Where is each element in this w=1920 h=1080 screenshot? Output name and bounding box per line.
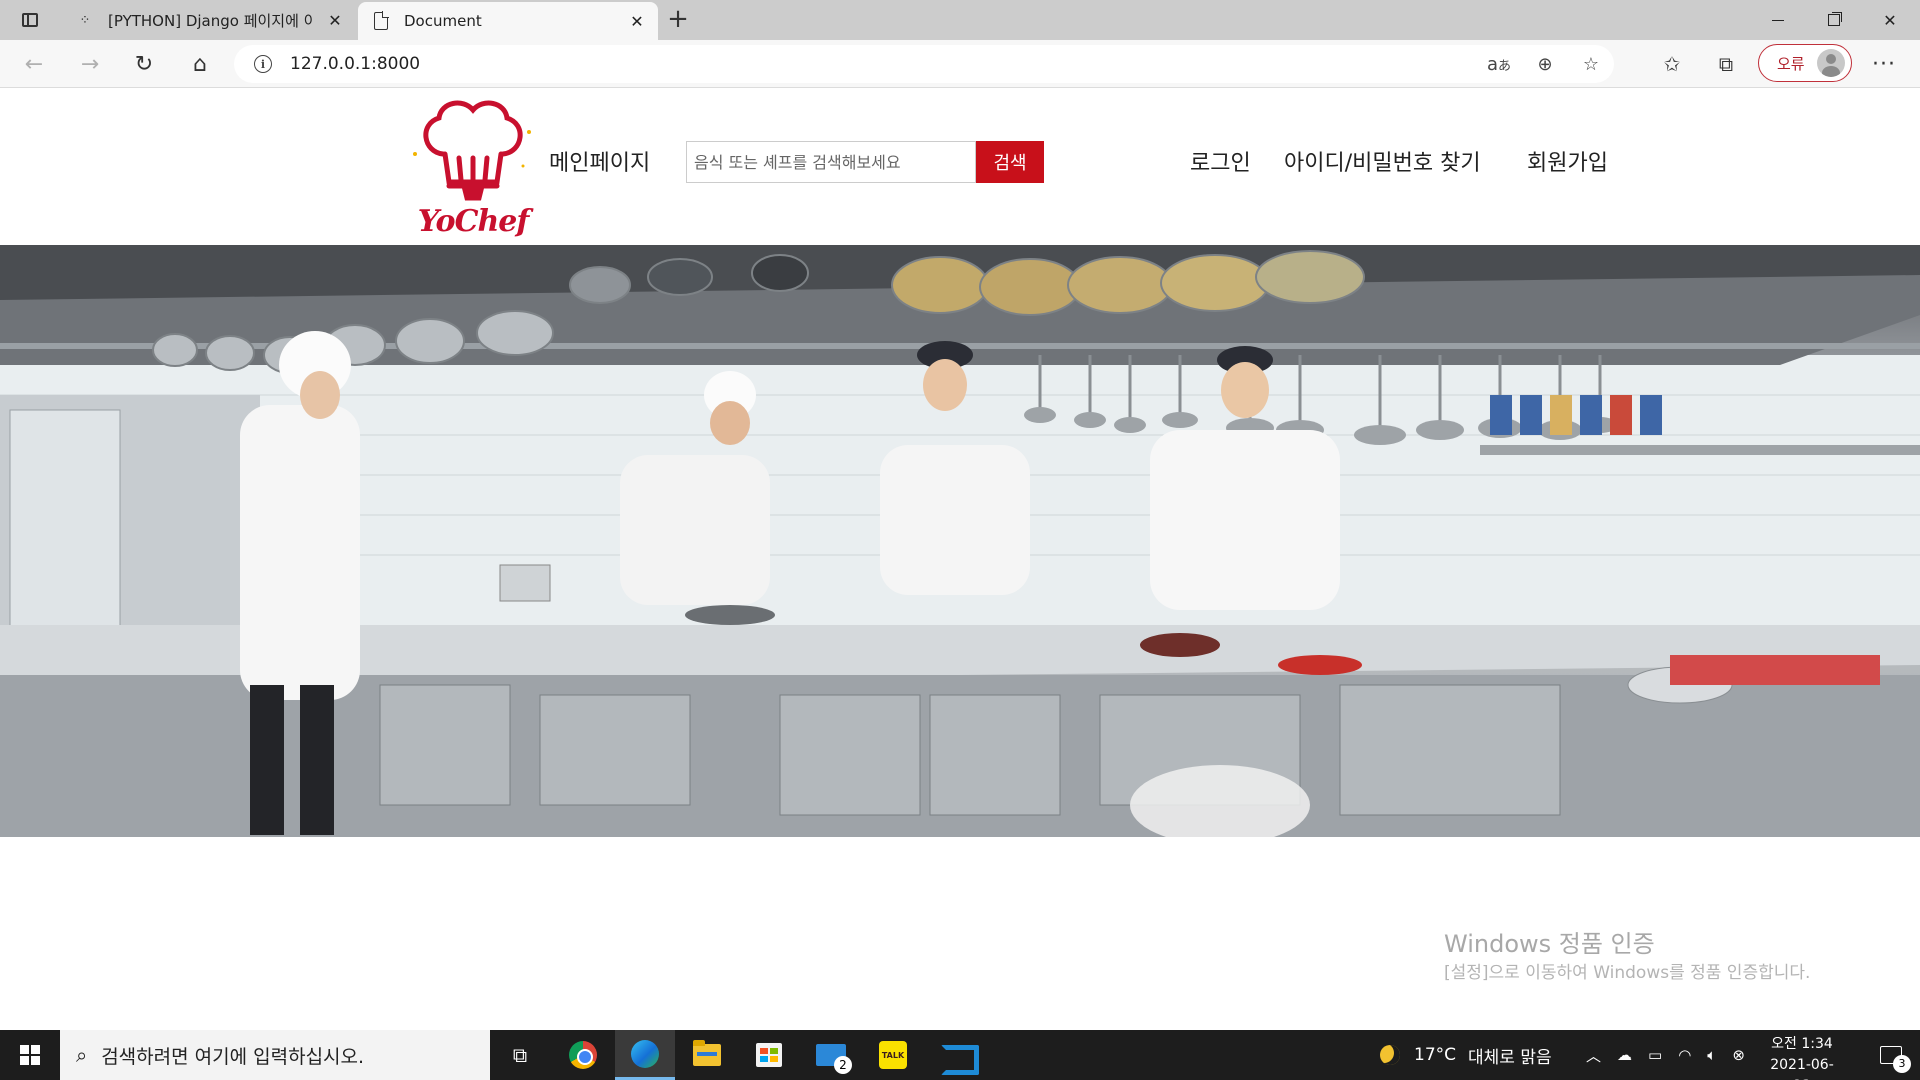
read-aloud-icon[interactable]: aあ (1476, 45, 1522, 83)
home-icon[interactable]: ⌂ (182, 48, 218, 80)
wifi-icon[interactable]: ◠ (1678, 1046, 1691, 1064)
nav-signup[interactable]: 회원가입 (1527, 145, 1608, 177)
profile-button[interactable]: 오류 (1758, 44, 1852, 82)
ime-off-icon[interactable]: ⊗ (1732, 1046, 1745, 1064)
volume-icon[interactable]: 🔈︎ (1707, 1046, 1716, 1064)
onedrive-cloud-icon[interactable]: ☁ (1617, 1046, 1632, 1064)
collections-icon[interactable]: ⧉ (1706, 48, 1746, 80)
document-icon (370, 10, 392, 32)
chrome-icon[interactable] (553, 1030, 613, 1080)
address-bar[interactable]: i 127.0.0.1:8000 aあ ⊕ ☆ (234, 45, 1614, 83)
back-arrow-icon[interactable]: ← (16, 48, 52, 80)
weather-condition: 대체로 맑음 (1468, 1047, 1552, 1068)
nav-main-page[interactable]: 메인페이지 (549, 145, 650, 177)
weather-widget[interactable]: 17°C 대체로 맑음 (1380, 1030, 1552, 1080)
favorites-icon[interactable]: ✩ (1652, 48, 1692, 80)
taskbar-search-box[interactable]: ⌕ 검색하려면 여기에 입력하십시오. (60, 1030, 490, 1080)
clock-date: 2021-06-23 (1770, 1057, 1834, 1080)
windows-logo-icon (20, 1045, 40, 1065)
task-view-icon[interactable]: ⧉ (490, 1030, 550, 1080)
activation-watermark-subtitle: [설정]으로 이동하여 Windows를 정품 인증합니다. (1444, 963, 1811, 983)
search-input[interactable] (686, 141, 976, 183)
chef-hat-icon (413, 100, 531, 201)
vscode-icon[interactable] (925, 1030, 985, 1080)
profile-status-label: 오류 (1777, 54, 1805, 73)
mail-icon[interactable]: 2 (801, 1030, 861, 1080)
add-favorite-icon[interactable]: ☆ (1568, 45, 1614, 83)
tab-title: [PYTHON] Django 페이지에 이미 (108, 11, 314, 30)
tab-document[interactable]: Document ✕ (358, 2, 658, 40)
tistory-favicon-icon: ⁘ (79, 12, 91, 28)
start-button[interactable] (0, 1030, 60, 1080)
search-icon: ⌕ (76, 1043, 88, 1067)
tab-django-article[interactable]: ⁘ [PYTHON] Django 페이지에 이미 ✕ (62, 0, 356, 40)
file-explorer-icon[interactable] (677, 1030, 737, 1080)
taskbar-search-placeholder: 검색하려면 여기에 입력하십시오. (101, 1045, 365, 1068)
hero-kitchen-image (0, 245, 1920, 837)
nav-find-account[interactable]: 아이디/비밀번호 찾기 (1284, 145, 1481, 177)
search-button[interactable]: 검색 (976, 141, 1044, 183)
tab-actions-icon[interactable] (14, 8, 46, 32)
close-icon[interactable]: ✕ (626, 10, 648, 32)
moon-icon (1380, 1045, 1400, 1065)
clock[interactable]: 오전 1:34 2021-06-23 (1762, 1034, 1842, 1080)
yochef-logo[interactable]: YoChef (405, 94, 541, 240)
close-icon[interactable]: ✕ (324, 9, 346, 31)
browser-tab-bar: ⁘ [PYTHON] Django 페이지에 이미 ✕ Document ✕ +… (0, 0, 1920, 40)
weather-temp: 17°C (1414, 1045, 1457, 1065)
nav-login[interactable]: 로그인 (1190, 145, 1251, 177)
battery-icon[interactable]: ▭ (1648, 1046, 1662, 1064)
site-info-icon[interactable]: i (254, 55, 272, 73)
chevron-up-icon[interactable]: ︿ (1586, 1045, 1601, 1066)
kakaotalk-icon[interactable]: TALK (863, 1030, 923, 1080)
activation-watermark-title: Windows 정품 인증 (1444, 930, 1655, 958)
tab-title: Document (404, 12, 482, 30)
forward-arrow-icon[interactable]: → (72, 48, 108, 80)
reload-icon[interactable]: ↻ (126, 48, 162, 80)
new-tab-button[interactable]: + (662, 6, 694, 34)
edge-icon[interactable] (615, 1030, 675, 1080)
more-menu-icon[interactable]: ··· (1864, 48, 1904, 80)
site-header: YoChef 메인페이지 검색 로그인 아이디/비밀번호 찾기 회원가입 (0, 89, 1920, 245)
zoom-icon[interactable]: ⊕ (1522, 45, 1568, 83)
minimize-button[interactable] (1750, 0, 1806, 40)
mail-badge: 2 (834, 1056, 852, 1074)
avatar (1817, 49, 1845, 77)
clock-time: 오전 1:34 (1771, 1036, 1833, 1052)
store-icon[interactable] (739, 1030, 799, 1080)
windows-taskbar: ⌕ 검색하려면 여기에 입력하십시오. ⧉ 2 TALK 17°C 대체로 맑음… (0, 1030, 1920, 1080)
browser-toolbar: ← → ↻ ⌂ i 127.0.0.1:8000 aあ ⊕ ☆ ✩ ⧉ 오류 ·… (0, 40, 1920, 88)
notification-badge: 3 (1893, 1055, 1911, 1073)
url-text[interactable]: 127.0.0.1:8000 (290, 54, 1476, 74)
logo-wordmark: YoChef (417, 204, 530, 239)
notification-center-icon[interactable]: 3 (1862, 1030, 1920, 1080)
window-close-button[interactable]: ✕ (1862, 0, 1918, 40)
maximize-button[interactable] (1806, 0, 1862, 40)
system-tray: ︿ ☁ ▭ ◠ 🔈︎ ⊗ (1586, 1030, 1745, 1080)
